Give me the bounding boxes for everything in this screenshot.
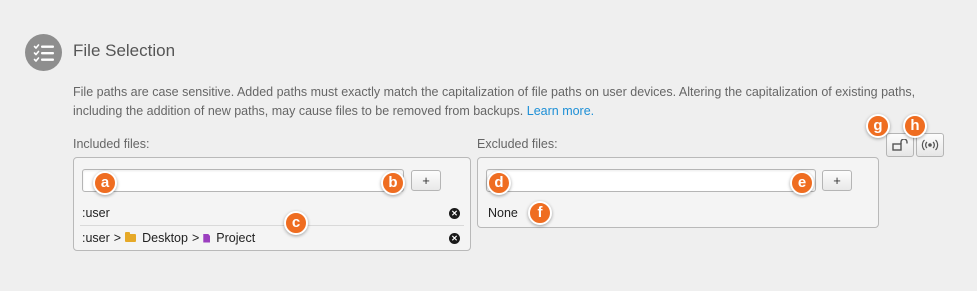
path-root: :user — [82, 231, 110, 245]
checklist-icon — [25, 34, 62, 71]
add-included-button[interactable]: + — [411, 170, 441, 191]
path-separator: > — [113, 231, 122, 245]
included-path: :user — [82, 206, 110, 220]
remove-icon[interactable]: ✕ — [449, 207, 460, 219]
callout-e: e — [790, 171, 814, 195]
broadcast-icon — [921, 139, 939, 151]
file-icon — [203, 233, 211, 243]
unlock-icon — [892, 139, 908, 151]
path-folder: Desktop — [142, 231, 188, 245]
section-title: File Selection — [73, 41, 176, 60]
list-item: :user > Desktop > Project ✕ — [82, 227, 462, 249]
excluded-path-input[interactable] — [486, 169, 816, 192]
add-excluded-button[interactable]: + — [822, 170, 852, 191]
callout-c: c — [284, 211, 308, 235]
description-text: File paths are case sensitive. Added pat… — [73, 85, 916, 118]
learn-more-link[interactable]: Learn more. — [527, 104, 594, 118]
folder-icon — [125, 232, 137, 242]
included-path: :user > Desktop > Project — [82, 227, 449, 249]
included-files-panel: + :user ✕ :user > Desktop > Project ✕ — [73, 157, 471, 251]
path-separator: > — [191, 231, 200, 245]
callout-a: a — [93, 171, 117, 195]
remove-icon[interactable]: ✕ — [449, 232, 460, 244]
description: File paths are case sensitive. Added pat… — [73, 83, 953, 121]
callout-f: f — [528, 201, 552, 225]
callout-d: d — [487, 171, 511, 195]
callout-h: h — [903, 114, 927, 138]
excluded-files-label: Excluded files: — [477, 137, 558, 151]
path-file: Project — [216, 231, 256, 245]
divider — [80, 225, 464, 226]
callout-g: g — [866, 114, 890, 138]
callout-b: b — [381, 171, 405, 195]
list-item: :user ✕ — [82, 202, 462, 224]
included-path-input[interactable] — [82, 169, 404, 192]
included-files-label: Included files: — [73, 137, 150, 151]
